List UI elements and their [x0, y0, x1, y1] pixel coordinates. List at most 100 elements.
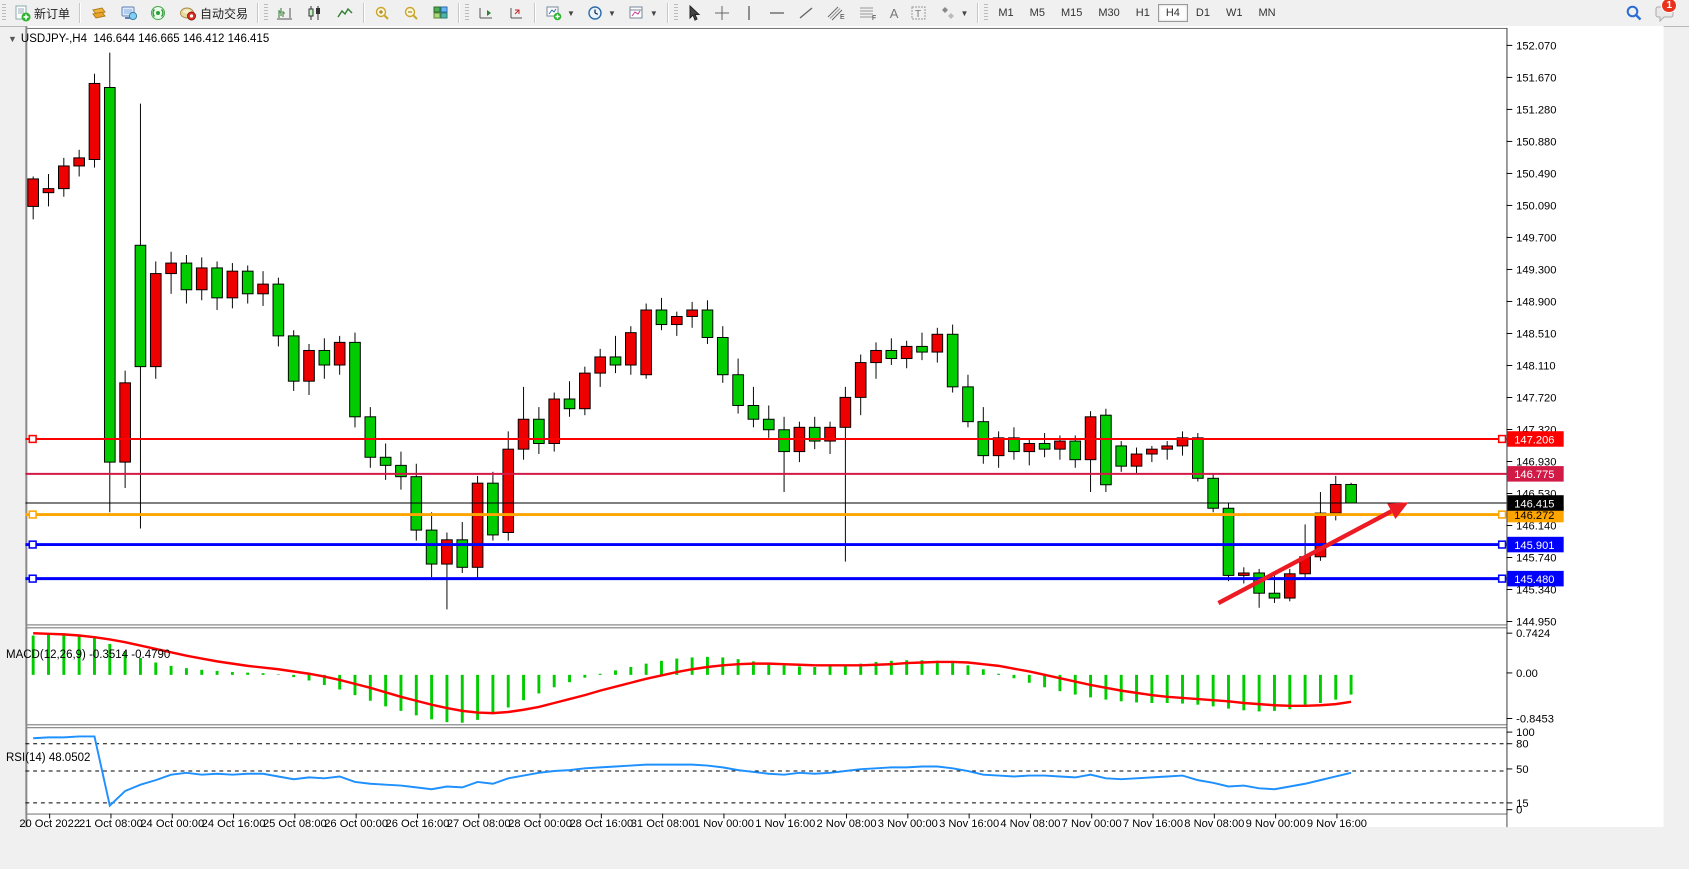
- hline-handle[interactable]: [29, 436, 36, 443]
- auto-trading-label: 自动交易: [200, 5, 248, 22]
- hline-price-tag-text: 145.901: [1514, 540, 1554, 552]
- notifications-button[interactable]: 1: [1650, 1, 1680, 25]
- hline-price-tag-text: 146.272: [1514, 510, 1554, 522]
- indicator-tick-label: 50: [1516, 764, 1528, 776]
- time-tick-label: 1 Nov 16:00: [755, 818, 815, 830]
- price-tick-label: 152.070: [1516, 40, 1556, 52]
- hline-handle[interactable]: [29, 511, 36, 518]
- price-tick-label: 148.110: [1516, 360, 1555, 372]
- hline-handle[interactable]: [1499, 511, 1506, 518]
- hline-handle[interactable]: [1499, 436, 1506, 443]
- bear-candle: [426, 530, 437, 564]
- one-click-trading-toggle[interactable]: ▼: [8, 34, 17, 44]
- market-watch-button[interactable]: [85, 2, 113, 24]
- bull-candle: [89, 83, 100, 159]
- hline-price-tag-text: 146.775: [1514, 469, 1554, 481]
- bull-candle: [58, 166, 69, 189]
- candlestick-mode-button[interactable]: [301, 2, 329, 24]
- svg-text:E: E: [840, 14, 845, 21]
- channel-tool-button[interactable]: E: [821, 2, 851, 24]
- text-tool-button[interactable]: A: [885, 3, 904, 24]
- timeframe-m5-button[interactable]: M5: [1022, 4, 1053, 22]
- horizontal-line-tool-button[interactable]: [763, 2, 791, 24]
- timeframe-d1-button[interactable]: D1: [1188, 4, 1218, 22]
- hline-handle[interactable]: [29, 575, 36, 582]
- zoom-in-button[interactable]: [369, 2, 396, 24]
- price-tick-label: 150.490: [1516, 168, 1556, 180]
- templates-button[interactable]: ▼: [623, 2, 663, 24]
- bear-candle: [947, 334, 958, 387]
- timeframe-w1-button[interactable]: W1: [1218, 4, 1251, 22]
- timeframe-m30-button[interactable]: M30: [1090, 4, 1127, 22]
- auto-scroll-button[interactable]: [502, 2, 530, 24]
- svg-text:F: F: [872, 15, 876, 21]
- navigator-button[interactable]: [115, 2, 143, 24]
- time-tick-label: 2 Nov 08:00: [816, 818, 876, 830]
- bull-candle: [120, 383, 131, 462]
- new-order-button[interactable]: 新订单: [9, 2, 75, 25]
- price-tick-label: 151.280: [1516, 104, 1556, 116]
- bar-chart-mode-button[interactable]: [271, 2, 299, 24]
- time-tick-label: 24 Oct 16:00: [202, 818, 266, 830]
- toolbar-grip[interactable]: [674, 4, 678, 22]
- hline-handle[interactable]: [29, 541, 36, 548]
- bull-candle: [28, 179, 39, 207]
- tile-windows-button[interactable]: [427, 2, 454, 24]
- macd-indicator-label: MACD(12,26,9) -0.3514 -0.4790: [6, 649, 170, 661]
- chart-shift-button[interactable]: [472, 2, 500, 24]
- cursor-tool-button[interactable]: [681, 2, 707, 24]
- dropdown-arrow-icon: ▼: [567, 9, 575, 18]
- crosshair-tool-button[interactable]: [709, 2, 735, 24]
- time-tick-label: 8 Nov 08:00: [1184, 818, 1244, 830]
- top-toolbar: 新订单 自动交易 ▼ ▼: [0, 0, 1689, 27]
- bull-candle: [625, 333, 636, 365]
- toolbar-grip[interactable]: [2, 4, 6, 22]
- fibonacci-tool-button[interactable]: F: [853, 2, 883, 24]
- arrows-tool-button[interactable]: ▼: [935, 2, 973, 24]
- period-button[interactable]: ▼: [582, 2, 621, 24]
- bear-candle: [1116, 446, 1127, 466]
- time-tick-label: 27 Oct 08:00: [447, 818, 511, 830]
- auto-trading-icon: [179, 5, 197, 21]
- new-chart-button[interactable]: ▼: [540, 2, 580, 24]
- hline-handle[interactable]: [1499, 575, 1506, 582]
- new-order-label: 新订单: [34, 5, 70, 22]
- price-tick-label: 149.300: [1516, 264, 1556, 276]
- bear-candle: [717, 338, 728, 375]
- bear-candle: [886, 350, 897, 358]
- time-tick-label: 25 Oct 08:00: [263, 818, 327, 830]
- shapes-icon: [940, 5, 956, 21]
- dropdown-arrow-icon: ▼: [960, 9, 968, 18]
- toolbar-grip[interactable]: [264, 4, 268, 22]
- chart-canvas[interactable]: 152.070151.670151.280150.880150.490150.0…: [0, 26, 1689, 864]
- timeframe-m1-button[interactable]: M1: [990, 4, 1021, 22]
- time-tick-label: 4 Nov 08:00: [1000, 818, 1060, 830]
- signals-button[interactable]: [145, 2, 172, 24]
- hline-handle[interactable]: [1499, 541, 1506, 548]
- bull-candle: [1024, 444, 1035, 452]
- bear-candle: [488, 483, 499, 535]
- price-tick-label: 147.720: [1516, 392, 1556, 404]
- price-tick-label: 149.700: [1516, 232, 1556, 244]
- bull-candle: [993, 438, 1004, 456]
- trendline-tool-button[interactable]: [793, 2, 819, 24]
- search-button[interactable]: [1620, 1, 1648, 25]
- timeframe-m15-button[interactable]: M15: [1053, 4, 1090, 22]
- timeframe-h4-button[interactable]: H4: [1158, 4, 1188, 22]
- zoom-out-button[interactable]: [398, 2, 425, 24]
- time-tick-label: 3 Nov 16:00: [939, 818, 999, 830]
- text-label-tool-button[interactable]: T: [905, 2, 933, 24]
- toolbar-grip[interactable]: [984, 4, 988, 22]
- line-chart-mode-button[interactable]: [331, 2, 359, 24]
- timeframe-mn-button[interactable]: MN: [1250, 4, 1283, 22]
- indicator-tick-label: -0.8453: [1516, 713, 1554, 725]
- auto-trading-button[interactable]: 自动交易: [174, 2, 253, 25]
- time-tick-label: 7 Nov 00:00: [1062, 818, 1122, 830]
- timeframe-h1-button[interactable]: H1: [1128, 4, 1158, 22]
- bull-candle: [334, 342, 345, 365]
- price-tick-label: 145.740: [1516, 552, 1556, 564]
- vertical-line-tool-button[interactable]: [737, 2, 761, 24]
- toolbar-grip[interactable]: [465, 4, 469, 22]
- bear-candle: [350, 342, 361, 416]
- auto-scroll-icon: [507, 5, 525, 21]
